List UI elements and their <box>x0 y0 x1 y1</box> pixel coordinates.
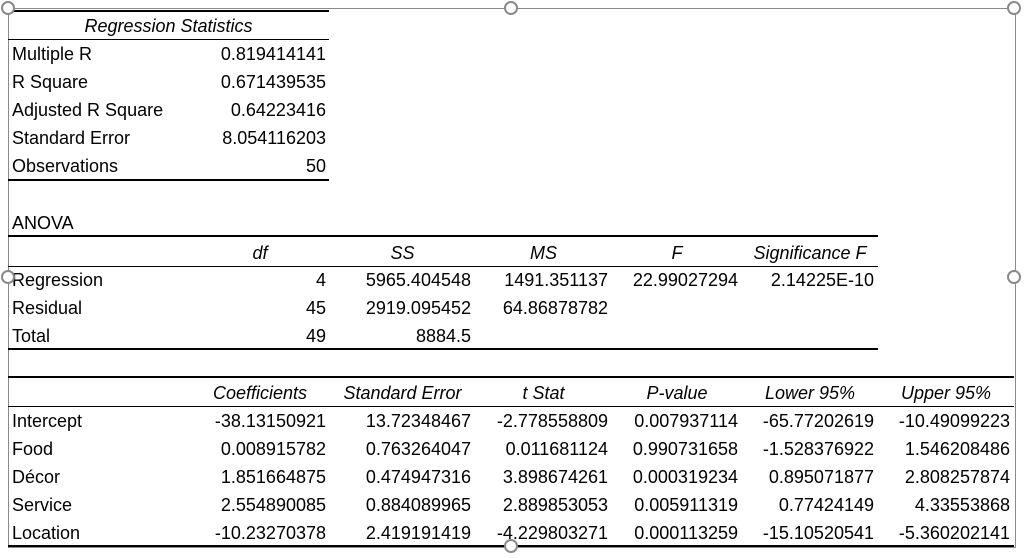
coef-header-standard-error: Standard Error <box>343 383 462 403</box>
coef-lower-95: 0.77424149 <box>778 495 874 515</box>
stat-value: 0.64223416 <box>230 100 326 120</box>
coef-upper-95: 4.33553868 <box>914 495 1010 515</box>
divider <box>8 10 329 12</box>
coef-value: 2.554890085 <box>220 495 326 515</box>
coef-value: -10.23270378 <box>214 523 326 543</box>
resize-handle-top-center[interactable] <box>504 1 518 15</box>
stat-label: R Square <box>12 72 89 92</box>
coef-p-value: 0.990731658 <box>632 439 738 459</box>
stat-label: Observations <box>12 156 119 176</box>
coef-standard-error: 0.763264047 <box>365 439 471 459</box>
coef-value: 1.851664875 <box>220 467 326 487</box>
anova-ms: 64.86878782 <box>502 298 608 318</box>
coef-t-stat: -2.778558809 <box>496 411 608 431</box>
coef-header-upper-95: Upper 95% <box>900 383 992 403</box>
coef-upper-95: 1.546208486 <box>904 439 1010 459</box>
anova-header-df: df <box>252 243 268 263</box>
coef-row-label: Intercept <box>12 411 83 431</box>
coef-row-label: Service <box>12 495 73 515</box>
anova-df: 49 <box>305 326 326 346</box>
coef-standard-error: 0.884089965 <box>365 495 471 515</box>
coef-lower-95: -65.77202619 <box>762 411 874 431</box>
anova-title: ANOVA <box>12 213 74 233</box>
stat-value: 8.054116203 <box>222 128 326 148</box>
resize-handle-top-left[interactable] <box>1 1 15 15</box>
regression-statistics-title: Regression Statistics <box>84 16 253 36</box>
anova-ss: 2919.095452 <box>365 298 471 318</box>
stat-value: 50 <box>305 156 326 176</box>
divider <box>8 235 878 237</box>
divider <box>8 39 329 40</box>
resize-handle-middle-left[interactable] <box>1 270 15 284</box>
anova-row-label: Regression <box>12 270 104 290</box>
coef-p-value: 0.000319234 <box>632 467 738 487</box>
coef-header-p-value: P-value <box>646 383 708 403</box>
coef-row-label: Location <box>12 523 81 543</box>
anova-header-significance-f: Significance F <box>753 243 867 263</box>
anova-ss: 5965.404548 <box>365 270 471 290</box>
divider <box>8 406 1014 407</box>
coef-value: 0.008915782 <box>220 439 326 459</box>
coef-p-value: 0.005911319 <box>634 495 738 515</box>
coef-standard-error: 0.474947316 <box>365 467 471 487</box>
coef-row-label: Food <box>12 439 54 459</box>
coef-t-stat: 2.889853053 <box>502 495 608 515</box>
stat-label: Multiple R <box>12 44 93 64</box>
resize-handle-middle-right[interactable] <box>1007 270 1021 284</box>
coef-upper-95: -5.360202141 <box>898 523 1010 543</box>
coef-upper-95: -10.49099223 <box>898 411 1010 431</box>
anova-header-f: F <box>671 243 683 263</box>
coef-p-value: 0.007937114 <box>634 411 738 431</box>
coef-p-value: 0.000113259 <box>634 523 738 543</box>
anova-df: 4 <box>315 270 326 290</box>
anova-row-label: Total <box>12 326 51 346</box>
anova-ss: 8884.5 <box>415 326 471 346</box>
anova-significance-f: 2.14225E-10 <box>770 270 874 290</box>
divider <box>8 348 878 350</box>
anova-f: 22.99027294 <box>632 270 738 290</box>
coef-row-label: Décor <box>12 467 61 487</box>
anova-row-label: Residual <box>12 298 83 318</box>
coef-header-lower-95: Lower 95% <box>764 383 856 403</box>
divider <box>8 376 1014 378</box>
resize-handle-top-right[interactable] <box>1007 1 1021 15</box>
coef-lower-95: -15.10520541 <box>762 523 874 543</box>
coef-standard-error: 2.419191419 <box>365 523 471 543</box>
stat-label: Standard Error <box>12 128 131 148</box>
resize-handle-bottom-center[interactable] <box>504 539 518 553</box>
coef-upper-95: 2.808257874 <box>904 467 1010 487</box>
anova-df: 45 <box>305 298 326 318</box>
coef-header-coefficients: Coefficients <box>212 383 308 403</box>
coef-header-t-stat: t Stat <box>522 383 565 403</box>
stat-value: 0.819414141 <box>220 44 326 64</box>
coef-lower-95: 0.895071877 <box>768 467 874 487</box>
coef-lower-95: -1.528376922 <box>762 439 874 459</box>
anova-header-ss: SS <box>390 243 415 263</box>
coef-t-stat: 3.898674261 <box>502 467 608 487</box>
coef-t-stat: -4.229803271 <box>496 523 608 543</box>
divider <box>8 179 329 181</box>
anova-header-ms: MS <box>530 243 557 263</box>
coef-value: -38.13150921 <box>214 411 326 431</box>
anova-ms: 1491.351137 <box>504 270 608 290</box>
coef-standard-error: 13.72348467 <box>365 411 471 431</box>
stat-value: 0.671439535 <box>220 72 326 92</box>
coef-t-stat: 0.011681124 <box>505 439 608 459</box>
